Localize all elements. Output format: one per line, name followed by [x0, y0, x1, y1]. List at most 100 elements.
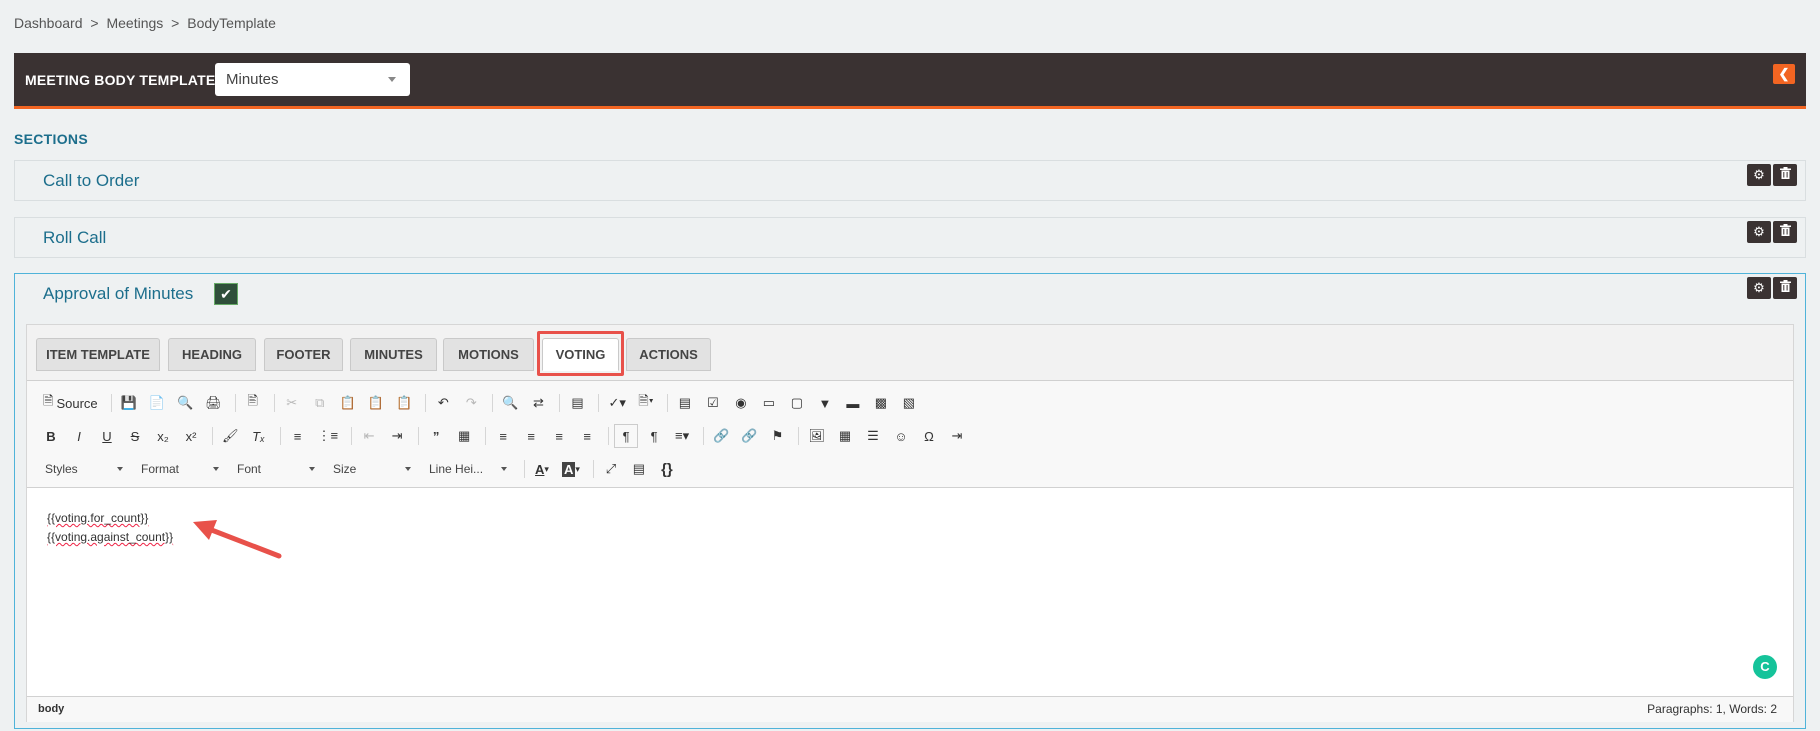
gear-icon: ⚙	[1753, 224, 1765, 239]
numbered-list-button[interactable]: ≡	[286, 424, 310, 448]
styles-dropdown[interactable]: Styles	[39, 457, 129, 481]
section-roll-call[interactable]: Roll Call ⚙	[14, 217, 1806, 258]
show-blocks-button[interactable]: ▤	[627, 457, 651, 481]
delete-button[interactable]	[1773, 221, 1797, 243]
new-page-button[interactable]: 📄	[145, 391, 169, 415]
delete-button[interactable]	[1773, 277, 1797, 299]
select-field-button[interactable]: ▼	[813, 391, 837, 415]
subscript-button[interactable]: x₂	[151, 424, 175, 448]
italic-button[interactable]: I	[67, 424, 91, 448]
find-button[interactable]: 🔍	[498, 391, 522, 415]
special-char-button[interactable]: Ω	[917, 424, 941, 448]
arrow-annotation	[193, 520, 282, 559]
hidden-field-button[interactable]: ▧	[897, 391, 921, 415]
replace-button[interactable]: ⇄	[526, 391, 550, 415]
size-dropdown[interactable]: Size	[327, 457, 417, 481]
table-button[interactable]: ▦	[833, 424, 857, 448]
align-right-button[interactable]: ≡	[547, 424, 571, 448]
anchor-button[interactable]: ⚑	[765, 424, 789, 448]
page-break-button[interactable]: ⇥	[945, 424, 969, 448]
tab-item-template[interactable]: ITEM TEMPLATE	[36, 338, 160, 371]
styles-label: Styles	[45, 462, 78, 476]
copy-format-button[interactable]: 🖌	[218, 424, 243, 448]
line-height-dropdown[interactable]: Line Hei...	[423, 457, 513, 481]
paste-text-button[interactable]: 📋	[364, 391, 388, 415]
spellcheck-button[interactable]: ✓▾	[604, 391, 629, 415]
textarea-button[interactable]: ▢	[785, 391, 809, 415]
justify-button[interactable]: ≡	[575, 424, 599, 448]
button-field-button[interactable]: ▬	[841, 391, 865, 415]
editor-line[interactable]: {{voting.against_count}}	[47, 528, 173, 547]
editor-line[interactable]: {{voting.for_count}}	[47, 509, 173, 528]
element-path[interactable]: body	[38, 703, 64, 715]
settings-button[interactable]: ⚙	[1747, 277, 1771, 299]
delete-button[interactable]	[1773, 164, 1797, 186]
form-button[interactable]: ▤	[673, 391, 697, 415]
paste-button[interactable]: 📋	[336, 391, 360, 415]
tab-footer[interactable]: FOOTER	[264, 338, 343, 371]
section-enabled-checkbox[interactable]: ✔	[214, 283, 238, 305]
indent-button[interactable]: ⇥	[385, 424, 409, 448]
radio-button[interactable]: ◉	[729, 391, 753, 415]
grammarly-icon[interactable]: C	[1753, 655, 1777, 679]
maximize-button[interactable]: ⤢	[599, 457, 623, 481]
ltr-button[interactable]: ¶	[614, 424, 639, 448]
link-button[interactable]: 🔗	[709, 424, 733, 448]
blockquote-button[interactable]: ”	[424, 424, 448, 448]
bold-button[interactable]: B	[39, 424, 63, 448]
align-left-button[interactable]: ≡	[491, 424, 515, 448]
source-button[interactable]: 🗎 Source	[39, 391, 102, 415]
strike-button[interactable]: S	[123, 424, 147, 448]
bulleted-list-button[interactable]: ⋮≡	[314, 424, 343, 448]
outdent-button[interactable]: ⇤	[357, 424, 381, 448]
tab-voting[interactable]: VOTING	[542, 338, 619, 371]
underline-button[interactable]: U	[95, 424, 119, 448]
templates-button[interactable]: 🖹	[241, 391, 265, 415]
language-button[interactable]: ≡▾	[670, 424, 694, 448]
tab-motions[interactable]: MOTIONS	[443, 338, 534, 371]
image-button[interactable]: 🖼	[804, 424, 829, 448]
copy-button[interactable]: ⧉	[308, 391, 332, 415]
unlink-button[interactable]: 🔗	[737, 424, 761, 448]
font-label: Font	[237, 462, 262, 476]
settings-button[interactable]: ⚙	[1747, 164, 1771, 186]
tab-heading[interactable]: HEADING	[168, 338, 256, 371]
font-dropdown[interactable]: Font	[231, 457, 321, 481]
preview-button[interactable]: 🔍	[173, 391, 197, 415]
save-button[interactable]: 💾	[117, 391, 141, 415]
section-call-to-order[interactable]: Call to Order ⚙	[14, 160, 1806, 201]
section-title[interactable]: Roll Call	[43, 228, 106, 248]
placeholder-button[interactable]: {}	[655, 457, 679, 481]
smiley-button[interactable]: ☺	[889, 424, 913, 448]
scayt-button[interactable]: 🗎▾	[634, 391, 658, 415]
section-title[interactable]: Call to Order	[43, 171, 139, 191]
collapse-button[interactable]: ❮	[1773, 64, 1795, 84]
superscript-button[interactable]: x²	[179, 424, 203, 448]
redo-button[interactable]: ↷	[459, 391, 483, 415]
tab-actions[interactable]: ACTIONS	[626, 338, 711, 371]
undo-button[interactable]: ↶	[431, 391, 455, 415]
textfield-button[interactable]: ▭	[757, 391, 781, 415]
checkbox-button[interactable]: ☑	[701, 391, 725, 415]
editor-content[interactable]: {{voting.for_count}} {{voting.against_co…	[47, 509, 173, 547]
print-button[interactable]: 🖨	[201, 391, 226, 415]
paste-word-button[interactable]: 📋	[392, 391, 416, 415]
cut-button[interactable]: ✂	[280, 391, 304, 415]
section-title[interactable]: Approval of Minutes	[43, 284, 193, 304]
settings-button[interactable]: ⚙	[1747, 221, 1771, 243]
create-div-button[interactable]: ▦	[452, 424, 476, 448]
rtl-button[interactable]: ¶	[642, 424, 666, 448]
select-all-button[interactable]: ▤	[565, 391, 589, 415]
bg-color-button[interactable]: A ▾	[558, 457, 584, 481]
tab-minutes[interactable]: MINUTES	[350, 338, 437, 371]
breadcrumb-meetings[interactable]: Meetings	[106, 15, 163, 31]
horizontal-rule-button[interactable]: ☰	[861, 424, 885, 448]
template-type-select[interactable]: Minutes	[215, 63, 410, 96]
breadcrumb-dashboard[interactable]: Dashboard	[14, 15, 83, 31]
remove-format-button[interactable]: Tₓ	[247, 424, 271, 448]
align-center-button[interactable]: ≡	[519, 424, 543, 448]
format-dropdown[interactable]: Format	[135, 457, 225, 481]
image-button-field[interactable]: ▩	[869, 391, 893, 415]
smiley-icon: ☺	[894, 428, 908, 444]
text-color-button[interactable]: A ▾	[530, 457, 554, 481]
